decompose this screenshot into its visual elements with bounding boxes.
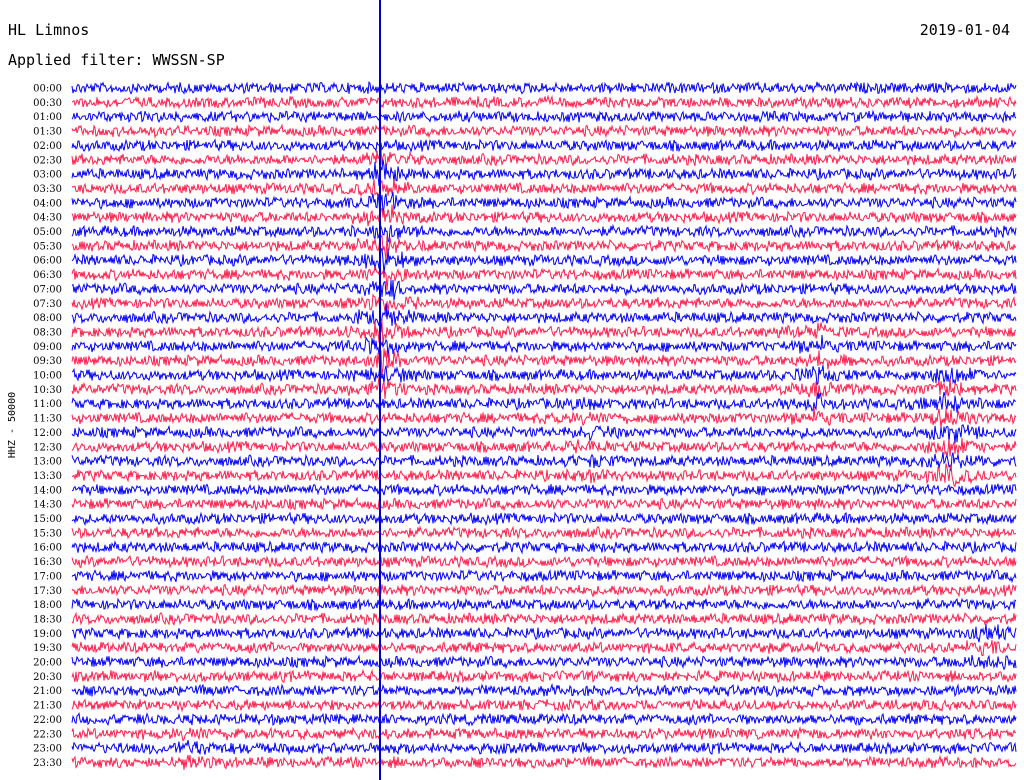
trace-row-0930: [71, 348, 1017, 376]
trace-row-0330: [71, 179, 1017, 198]
trace-row-0030: [71, 94, 1017, 110]
row-label-1000: 10:00: [33, 371, 62, 382]
trace-row-1730: [71, 583, 1017, 598]
trace-row-1630: [71, 554, 1017, 569]
trace-row-1930: [71, 639, 1017, 656]
trace-row-1030: [71, 376, 1017, 400]
trace-row-2200: [71, 711, 1017, 727]
row-label-1130: 11:30: [33, 414, 62, 425]
row-label-0030: 00:30: [33, 98, 62, 109]
row-label-0500: 05:00: [33, 227, 62, 238]
row-label-1600: 16:00: [33, 543, 62, 554]
trace-row-0300: [71, 159, 1017, 186]
trace-row-0500: [71, 223, 1017, 244]
row-label-2230: 22:30: [33, 729, 62, 740]
trace-row-1700: [71, 568, 1017, 584]
row-label-1930: 19:30: [33, 643, 62, 654]
trace-row-1600: [71, 539, 1017, 555]
row-label-1030: 10:30: [33, 385, 62, 396]
trace-row-1500: [71, 511, 1017, 527]
row-label-0230: 02:30: [33, 155, 62, 166]
row-label-1400: 14:00: [33, 485, 62, 496]
row-label-1800: 18:00: [33, 600, 62, 611]
row-label-0530: 05:30: [33, 241, 62, 252]
row-label-0430: 04:30: [33, 213, 62, 224]
trace-row-2000: [71, 654, 1017, 671]
trace-row-1800: [71, 596, 1017, 612]
row-label-1900: 19:00: [33, 629, 62, 640]
row-label-1200: 12:00: [33, 428, 62, 439]
trace-row-1400: [71, 482, 1017, 498]
row-label-0100: 01:00: [33, 112, 62, 123]
trace-row-1230: [71, 437, 1017, 457]
trace-row-0730: [71, 293, 1017, 317]
trace-row-0430: [71, 204, 1017, 227]
row-label-1100: 11:00: [33, 399, 62, 410]
row-label-0800: 08:00: [33, 313, 62, 324]
trace-row-2030: [71, 668, 1017, 684]
row-label-1830: 18:30: [33, 614, 62, 625]
row-label-1300: 13:00: [33, 457, 62, 468]
row-label-2030: 20:30: [33, 672, 62, 683]
row-label-2330: 23:30: [33, 758, 62, 769]
row-label-1630: 16:30: [33, 557, 62, 568]
row-label-2130: 21:30: [33, 701, 62, 712]
row-label-1330: 13:30: [33, 471, 62, 482]
row-label-0200: 02:00: [33, 141, 62, 152]
trace-row-1100: [71, 391, 1016, 413]
trace-row-1130: [71, 406, 1017, 428]
row-label-0130: 01:30: [33, 127, 62, 138]
trace-row-1200: [71, 424, 1017, 444]
trace-row-1430: [71, 496, 1017, 512]
trace-row-0700: [71, 279, 1017, 301]
trace-row-0900: [71, 334, 1017, 358]
row-label-0400: 04:00: [33, 198, 62, 209]
row-label-1730: 17:30: [33, 586, 62, 597]
trace-row-0100: [71, 109, 1017, 124]
trace-row-1900: [71, 624, 1017, 643]
trace-row-2300: [71, 740, 1017, 756]
trace-row-2330: [71, 754, 1017, 770]
trace-row-0530: [71, 234, 1017, 261]
trace-row-0200: [71, 138, 1017, 154]
trace-row-1330: [71, 463, 1017, 488]
trace-row-0800: [71, 303, 1017, 333]
y-axis-label: HHZ - 50000: [7, 392, 18, 458]
row-label-1430: 14:30: [33, 500, 62, 511]
trace-row-1000: [71, 362, 1017, 386]
row-label-2000: 20:00: [33, 658, 62, 669]
row-label-2300: 23:00: [33, 744, 62, 755]
row-label-0830: 08:30: [33, 327, 62, 338]
trace-row-0400: [71, 192, 1017, 216]
trace-row-1300: [71, 451, 1017, 472]
helicorder-plot: 00:00 00:30 01:00 01:30 02:00 02:30 03:00 03:30…: [7, 0, 1017, 780]
row-label-1500: 15:00: [33, 514, 62, 525]
row-label-0900: 09:00: [33, 342, 62, 353]
row-label-2100: 21:00: [33, 686, 62, 697]
row-label-0700: 07:00: [33, 284, 62, 295]
trace-row-0000: [71, 80, 1017, 95]
trace-row-2100: [71, 682, 1017, 698]
row-label-0930: 09:30: [33, 356, 62, 367]
row-label-1530: 15:30: [33, 528, 62, 539]
trace-row-1530: [71, 525, 1017, 540]
row-label-1230: 12:30: [33, 442, 62, 453]
row-label-0330: 03:30: [33, 184, 62, 195]
trace-row-0130: [71, 123, 1017, 139]
trace-row-2130: [71, 697, 1017, 713]
row-label-2200: 22:00: [33, 715, 62, 726]
trace-row-0230: [71, 147, 1017, 168]
row-label-0730: 07:30: [33, 299, 62, 310]
row-label-0600: 06:00: [33, 256, 62, 267]
trace-row-1830: [71, 611, 1017, 626]
row-label-1700: 17:00: [33, 571, 62, 582]
row-label-0000: 00:00: [33, 84, 62, 95]
row-label-0300: 03:00: [33, 170, 62, 181]
row-label-0630: 06:30: [33, 270, 62, 281]
trace-row-2230: [71, 726, 1017, 742]
